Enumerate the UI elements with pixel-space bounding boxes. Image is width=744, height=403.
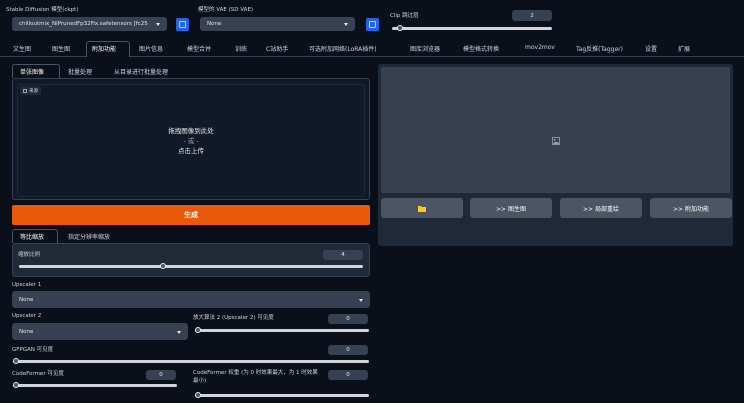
codeformer-weight-input[interactable]: 0: [328, 370, 368, 380]
generate-button[interactable]: 生成: [12, 205, 370, 225]
vae-label: 模型的 VAE (SD VAE): [198, 7, 254, 13]
output-panel: >> 图生图 >> 局部重绘 >> 附加功能: [378, 64, 733, 246]
image-icon: [23, 88, 27, 93]
model-dropdown[interactable]: chilloutmix_NiPrunedFp32Fix.safetensors …: [12, 17, 167, 31]
tab-additional-networks[interactable]: 可选附加网络(LoRA插件): [309, 44, 377, 53]
scale-value-input[interactable]: 4: [323, 250, 363, 260]
tab-extensions[interactable]: 扩展: [678, 44, 690, 53]
upscaler2-value: None: [19, 328, 34, 335]
chevron-down-icon: [177, 330, 181, 334]
tab-civitai-helper[interactable]: C站助手: [266, 44, 288, 53]
codeformer-weight-track: [195, 394, 369, 397]
gfpgan-slider-thumb[interactable]: [13, 358, 19, 364]
upscaler2-visibility-slider[interactable]: [195, 327, 369, 333]
subtab-batch[interactable]: 批量处理: [68, 67, 92, 76]
upscaler2-dropdown[interactable]: None: [12, 323, 188, 340]
upscaler2-visibility-input[interactable]: 0: [328, 314, 368, 324]
output-image-area: [381, 67, 730, 193]
tab-settings[interactable]: 设置: [645, 44, 657, 53]
tab-extras[interactable]: 附加功能: [92, 44, 116, 53]
send-to-inpaint-button[interactable]: >> 局部重绘: [560, 198, 642, 218]
resize-tabs: 等比缩放 指定分辨率缩放: [12, 229, 370, 243]
gfpgan-label: GFPGAN 可见度: [12, 347, 54, 353]
model-value: chilloutmix_NiPrunedFp32Fix.safetensors …: [19, 21, 148, 27]
refresh-icon: [369, 21, 376, 28]
tab-image-browser[interactable]: 图库浏览器: [410, 44, 440, 53]
clip-slider-thumb[interactable]: [397, 25, 403, 31]
upscaler1-dropdown[interactable]: None: [12, 291, 370, 308]
generate-label: 生成: [184, 211, 198, 219]
tab-merge[interactable]: 模型合并: [187, 44, 211, 53]
chevron-down-icon: [156, 23, 160, 26]
tab-scale-to[interactable]: 指定分辨率缩放: [68, 232, 110, 241]
codeformer-weight-thumb[interactable]: [195, 392, 201, 398]
codeformer-slider[interactable]: [13, 382, 177, 388]
source-image-panel: 来源 拖拽图像到此处 - 或 - 点击上传: [12, 78, 370, 200]
scale-slider-thumb[interactable]: [160, 263, 167, 269]
codeformer-value-input[interactable]: 0: [146, 370, 176, 380]
codeformer-slider-thumb[interactable]: [13, 382, 19, 388]
folder-icon: [418, 205, 426, 212]
upscaler2-visibility-thumb[interactable]: [195, 327, 201, 333]
scale-label: 缩放比例: [18, 252, 41, 258]
main-tabs: 文生图 图生图 附加功能 图片信息 模型合并 训练 C站助手 可选附加网络(Lo…: [0, 39, 744, 57]
source-label: 来源: [29, 88, 38, 94]
upscaler2-visibility-track: [195, 329, 369, 332]
gfpgan-value-input[interactable]: 0: [328, 345, 368, 355]
tab-model-converter[interactable]: 模型格式转换: [463, 44, 499, 53]
scale-panel: 缩放比例 4: [12, 243, 370, 277]
tab-png-info[interactable]: 图片信息: [139, 44, 163, 53]
send-to-img2img-button[interactable]: >> 图生图: [470, 198, 552, 218]
tab-scale-by[interactable]: 等比缩放: [20, 232, 44, 241]
image-placeholder-icon: [552, 137, 560, 145]
tab-img2img[interactable]: 图生图: [52, 44, 70, 53]
upscaler1-label: Upscaler 1: [12, 282, 42, 288]
refresh-vae-button[interactable]: [366, 18, 379, 31]
vae-dropdown[interactable]: None: [200, 17, 355, 31]
click-upload-text: 点击上传: [178, 147, 204, 155]
clip-label: Clip 跳过层: [390, 13, 419, 19]
codeformer-slider-track: [13, 384, 177, 387]
clip-value-input[interactable]: 2: [512, 10, 552, 21]
drop-image-text: 拖拽图像到此处: [168, 127, 214, 135]
clip-slider[interactable]: [392, 25, 552, 31]
send-to-extras-button[interactable]: >> 附加功能: [650, 198, 732, 218]
tab-train[interactable]: 训练: [235, 44, 247, 53]
sub-tabs: 单张图像 批量处理 从目录进行批量处理: [12, 64, 370, 78]
or-text: - 或 -: [183, 137, 199, 145]
codeformer-weight-label: CodeFormer 权重 (为 0 时效果最大，为 1 时效果最小): [193, 370, 318, 384]
refresh-icon: [179, 21, 186, 28]
gfpgan-slider-track: [13, 360, 369, 363]
clip-slider-track: [392, 27, 552, 30]
refresh-models-button[interactable]: [176, 18, 189, 31]
vae-value: None: [207, 21, 222, 27]
chevron-down-icon: [359, 298, 363, 302]
open-folder-button[interactable]: [381, 198, 463, 218]
chevron-down-icon: [344, 23, 348, 26]
source-image-dropzone[interactable]: 来源 拖拽图像到此处 - 或 - 点击上传: [17, 84, 365, 197]
upscaler2-visibility-label: 放大算法 2 (Upscaler 2) 可见度: [193, 315, 274, 321]
source-label-badge: 来源: [20, 86, 41, 95]
subtab-batch-directory[interactable]: 从目录进行批量处理: [114, 67, 168, 76]
gfpgan-slider[interactable]: [13, 358, 369, 364]
codeformer-label: CodeFormer 可见度: [12, 371, 64, 377]
model-label: Stable Diffusion 模型(ckpt): [6, 7, 79, 13]
tab-mov2mov[interactable]: mov2mov: [525, 44, 555, 51]
codeformer-weight-slider[interactable]: [195, 392, 369, 398]
scale-slider-track: [19, 265, 363, 268]
tab-txt2img[interactable]: 文生图: [13, 44, 31, 53]
upscaler1-value: None: [19, 296, 34, 303]
tab-tagger[interactable]: Tag反推(Tagger): [576, 44, 623, 53]
subtab-single-image[interactable]: 单张图像: [20, 67, 44, 76]
scale-slider[interactable]: [19, 263, 363, 269]
upscaler2-label: Upscaler 2: [12, 313, 42, 319]
